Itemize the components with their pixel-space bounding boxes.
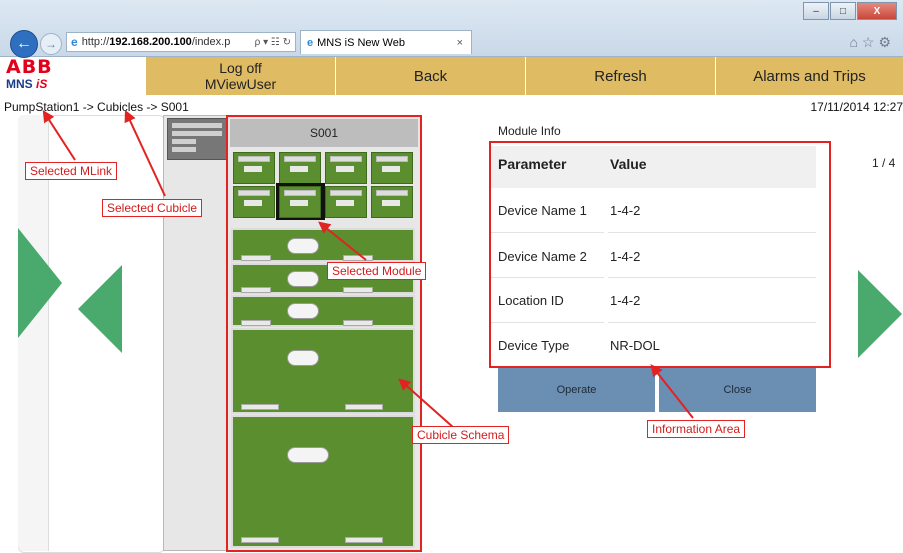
breadcrumb: PumpStation1 -> Cubicles -> S001 [4, 100, 189, 114]
arrow-right-icon: → [45, 37, 57, 51]
datetime: 17/11/2014 12:27 [810, 100, 903, 114]
tab-title: MNS iS New Web [317, 36, 405, 49]
information-area-highlight [489, 141, 831, 368]
address-tools-icons[interactable]: ρ ▾ ☷ ↻ [255, 37, 295, 48]
browser-tab[interactable]: e MNS iS New Web × [300, 30, 472, 54]
tab-close-icon[interactable]: × [457, 37, 463, 49]
page-indicator: 1 / 4 [872, 156, 896, 170]
annotation-cubicle-schema: Cubicle Schema [412, 426, 510, 444]
abb-logo: ABB MNS iS [6, 57, 126, 95]
annotation-selected-mlink: Selected MLink [25, 162, 118, 180]
annotation-selected-cubicle: Selected Cubicle [102, 199, 203, 217]
toolbar-icons[interactable]: ⌂☆⚙ [849, 34, 895, 51]
product-name: MNS iS [6, 77, 48, 91]
address-bar[interactable]: e http://192.168.200.100/index.p ρ ▾ ☷ ↻ [66, 32, 296, 52]
browser-forward-button[interactable]: → [40, 33, 62, 55]
next-page-arrow[interactable] [858, 270, 902, 358]
previous-mlink-arrow[interactable] [18, 228, 62, 338]
logoff-user: MViewUser [204, 76, 277, 92]
ie-icon: e [307, 36, 314, 49]
alarms-and-trips-button[interactable]: Alarms and Trips [716, 57, 903, 95]
previous-cubicle-arrow[interactable] [78, 265, 122, 353]
annotation-information-area: Information Area [647, 420, 746, 438]
selected-module-highlight [276, 183, 325, 220]
address-url: http://192.168.200.100/index.p [81, 36, 231, 48]
refresh-button[interactable]: Refresh [526, 57, 716, 95]
logoff-button[interactable]: Log off MViewUser [146, 57, 336, 95]
annotation-selected-module: Selected Module [327, 262, 427, 280]
minimize-button[interactable]: – [803, 2, 829, 20]
cubicle-thumbnail[interactable] [167, 118, 227, 160]
window-controls: – □ X [803, 2, 897, 20]
logoff-label: Log off [219, 60, 262, 76]
ie-icon: e [71, 35, 78, 49]
close-window-button[interactable]: X [857, 2, 897, 20]
cubicle-schema-highlight [226, 115, 422, 552]
brand-name: ABB [6, 56, 53, 78]
maximize-button[interactable]: □ [830, 2, 856, 20]
browser-back-button[interactable]: ← [10, 30, 38, 58]
module-info-title: Module Info [498, 124, 561, 138]
close-button[interactable]: Close [659, 368, 816, 412]
back-button[interactable]: Back [336, 57, 526, 95]
arrow-left-icon: ← [16, 35, 32, 52]
operate-button[interactable]: Operate [498, 368, 655, 412]
